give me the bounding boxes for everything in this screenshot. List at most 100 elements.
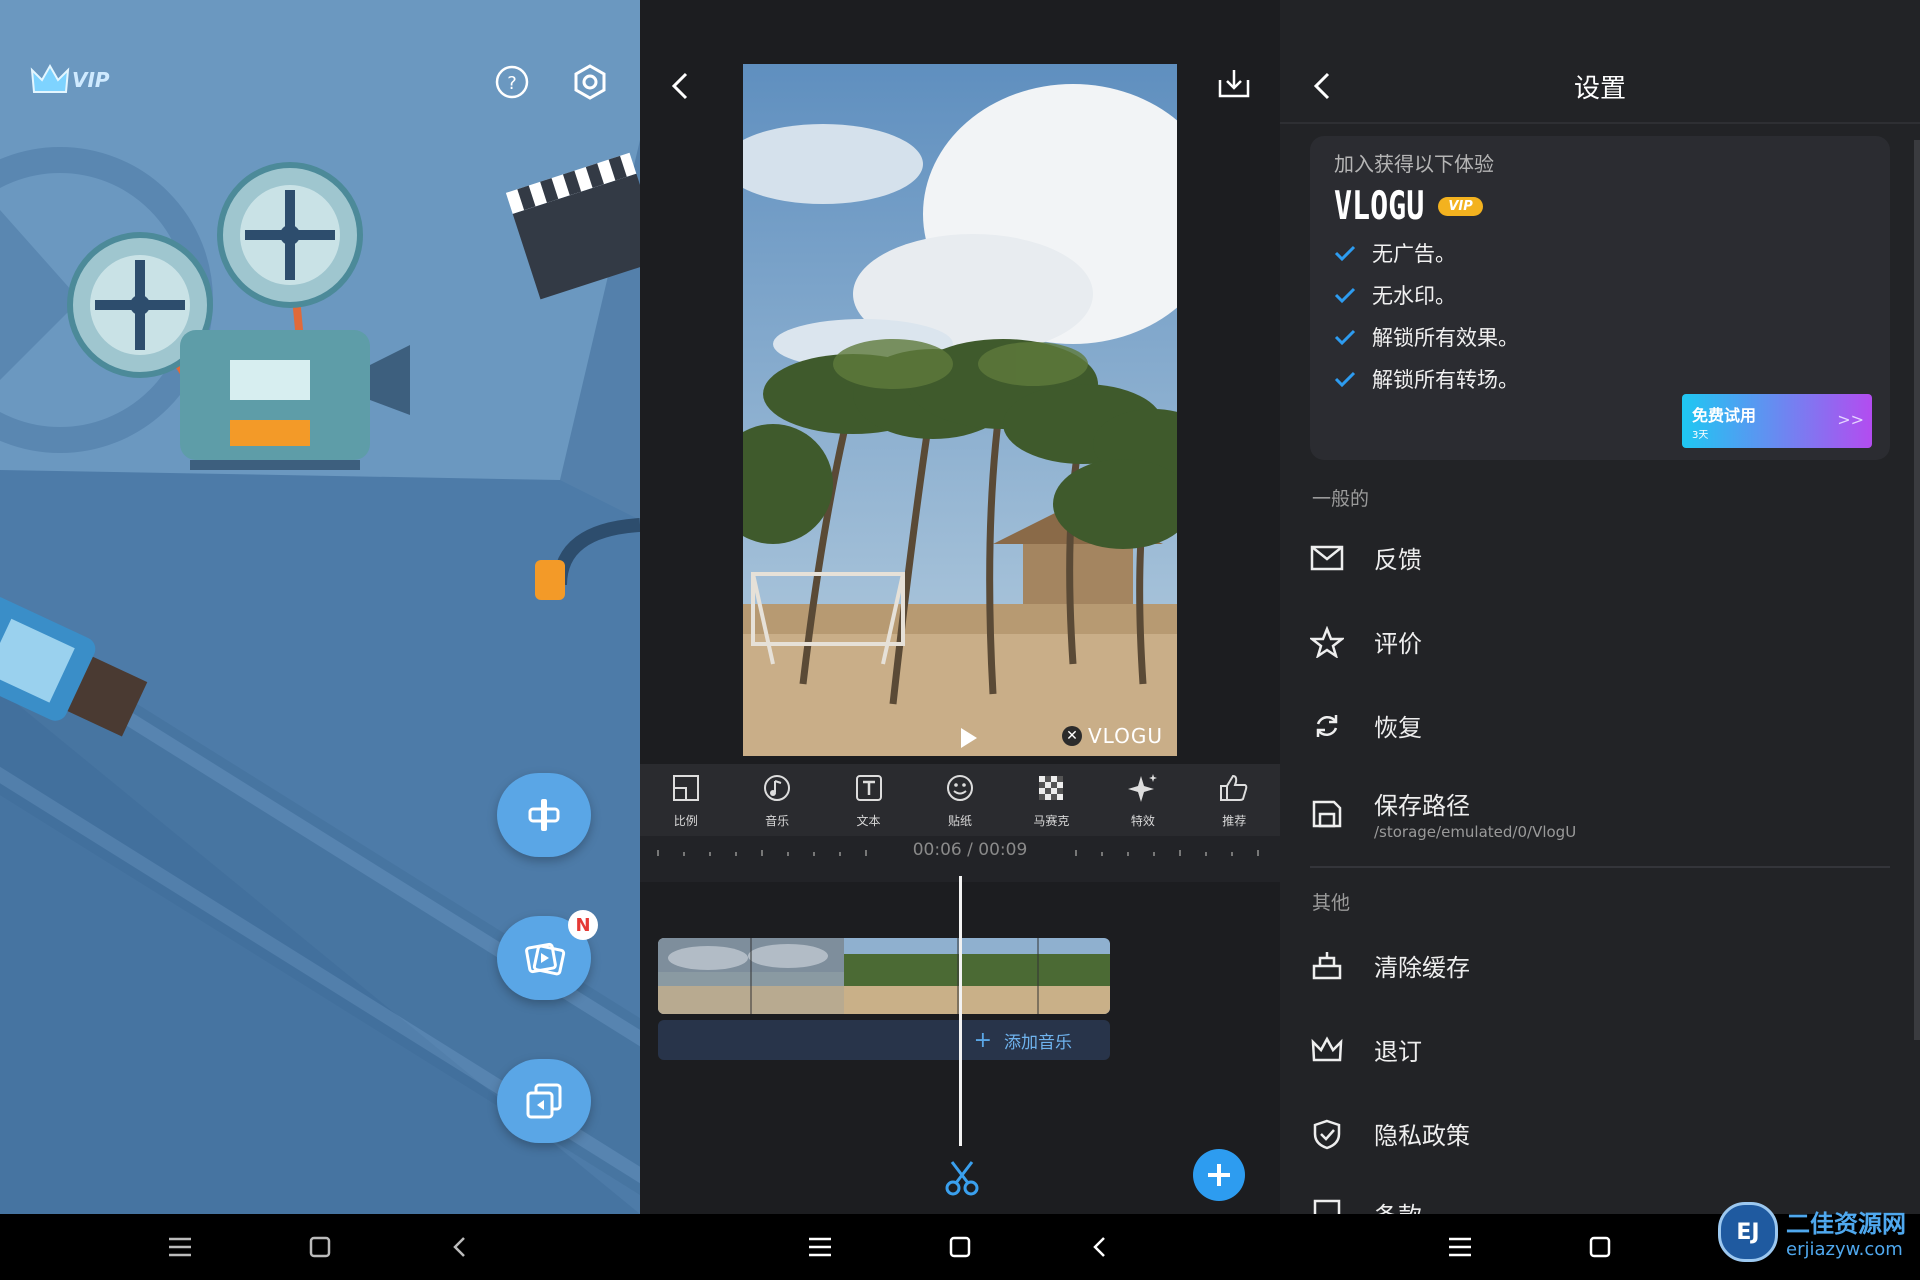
add-music-track[interactable]: + 添加音乐 <box>658 1020 1110 1060</box>
sticker-icon <box>946 774 973 801</box>
system-nav-bar-1 <box>0 1214 640 1280</box>
plus-icon <box>1208 1164 1230 1186</box>
remove-watermark-icon[interactable]: ✕ <box>1062 726 1082 746</box>
tool-label: 贴纸 <box>947 813 972 828</box>
section-divider <box>1310 866 1890 868</box>
benefit-text: 无广告。 <box>1372 242 1456 266</box>
scrollbar[interactable] <box>1914 140 1920 1040</box>
restore-label: 恢复 <box>1374 714 1422 742</box>
menu-button[interactable] <box>800 1227 840 1267</box>
page-title: 设置 <box>1573 74 1626 104</box>
drafts-icon <box>526 1083 562 1119</box>
back-button[interactable] <box>1080 1227 1120 1267</box>
feedback-row[interactable]: 反馈 <box>1310 540 1890 575</box>
shield-icon <box>1313 1119 1341 1149</box>
unsubscribe-label: 退订 <box>1374 1038 1422 1066</box>
vip-promo-card: 加入获得以下体验 VLOGU VIP 无广告。 无水印。 解锁所有效果。 解锁所… <box>1310 136 1890 460</box>
site-url: erjiazyw.com <box>1786 1239 1903 1260</box>
promo-heading: 加入获得以下体验 <box>1334 152 1494 176</box>
tool-effects[interactable]: 特效 <box>1097 772 1188 829</box>
settings-button[interactable] <box>568 60 612 104</box>
add-clip-button[interactable] <box>1193 1149 1245 1201</box>
home-button[interactable] <box>940 1227 980 1267</box>
home-button[interactable] <box>300 1227 340 1267</box>
help-button[interactable]: ? <box>490 60 534 104</box>
benefit-item: 无水印。 <box>1334 280 1866 310</box>
back-button[interactable] <box>440 1227 480 1267</box>
tool-label: 音乐 <box>765 813 790 828</box>
refresh-icon <box>1316 714 1338 737</box>
home-button[interactable] <box>1580 1227 1620 1267</box>
download-icon <box>1218 70 1250 98</box>
tool-sticker[interactable]: 贴纸 <box>914 772 1005 829</box>
gear-icon <box>574 64 606 100</box>
video-track[interactable] <box>658 938 1110 1014</box>
tool-text[interactable]: 文本 <box>823 772 914 829</box>
timecode: 00:06 / 00:09 <box>900 840 1040 860</box>
crown-icon <box>30 63 70 93</box>
add-music-label: 添加音乐 <box>1004 1032 1072 1053</box>
clear-cache-row[interactable]: 清除缓存 <box>1310 948 1890 983</box>
square-icon <box>1589 1236 1611 1258</box>
privacy-label: 隐私政策 <box>1374 1122 1470 1150</box>
playhead[interactable] <box>959 876 962 1146</box>
tool-label: 比例 <box>673 813 698 828</box>
save-path-texts: 保存路径 /storage/emulated/0/VlogU <box>1374 786 1576 841</box>
rate-row[interactable]: 评价 <box>1310 624 1890 659</box>
menu-button[interactable] <box>1440 1227 1480 1267</box>
mosaic-icon <box>1039 775 1064 800</box>
tool-recommend[interactable]: 推荐 <box>1189 772 1280 829</box>
scissors-icon <box>945 1161 979 1196</box>
tool-label: 推荐 <box>1222 813 1247 828</box>
save-path-value: /storage/emulated/0/VlogU <box>1374 823 1577 841</box>
check-icon <box>1334 371 1356 388</box>
watermark[interactable]: ✕ VLOGU <box>1062 724 1163 748</box>
tool-ratio[interactable]: 比例 <box>640 772 731 829</box>
privacy-row[interactable]: 隐私政策 <box>1310 1116 1890 1151</box>
broom-icon <box>1312 951 1342 979</box>
watermark-text: VLOGU <box>1088 724 1163 748</box>
question-icon: ? <box>495 65 529 99</box>
ratio-icon <box>672 774 699 801</box>
svg-text:?: ? <box>507 73 517 94</box>
tool-mosaic[interactable]: 马赛克 <box>1006 772 1097 829</box>
feedback-label: 反馈 <box>1374 546 1422 574</box>
new-badge: N <box>568 910 598 940</box>
site-name: 二佳资源网 <box>1786 1210 1906 1238</box>
section-other: 其他 <box>1312 892 1351 914</box>
square-icon <box>309 1236 331 1258</box>
save-icon <box>1312 800 1342 827</box>
split-button[interactable] <box>940 1156 984 1200</box>
terms-label: 条款 <box>1374 1196 1422 1214</box>
check-icon <box>1334 287 1356 304</box>
vip-label: VIP <box>72 68 110 92</box>
video-preview[interactable]: ✕ VLOGU <box>743 64 1177 756</box>
tool-label: 文本 <box>856 813 881 828</box>
system-nav-bar-2 <box>640 1214 1280 1280</box>
vip-badge[interactable]: VIP <box>30 62 110 98</box>
tool-music[interactable]: 音乐 <box>731 772 822 829</box>
restore-row[interactable]: 恢复 <box>1310 708 1890 743</box>
check-icon <box>1334 245 1356 262</box>
unsubscribe-row[interactable]: 退订 <box>1310 1032 1890 1067</box>
trial-arrow: >> <box>1837 410 1864 429</box>
menu-button[interactable] <box>160 1227 200 1267</box>
new-project-button[interactable] <box>497 773 591 857</box>
benefit-text: 解锁所有效果。 <box>1372 326 1519 350</box>
tool-label: 特效 <box>1130 813 1155 828</box>
drafts-button[interactable] <box>497 1059 591 1143</box>
sparkle-icon <box>1127 773 1157 802</box>
trial-sub: 3天 <box>1692 430 1709 441</box>
back-icon <box>453 1237 465 1257</box>
save-path-row[interactable]: 保存路径 /storage/emulated/0/VlogU <box>1310 786 1890 841</box>
time-separator: / <box>967 840 973 860</box>
thumbs-up-icon <box>1220 774 1248 801</box>
benefit-item: 解锁所有效果。 <box>1334 322 1866 352</box>
editor-screen: ✕ VLOGU 比例 音乐 文本 贴纸 马赛克 特效 推荐 00:06 / 00… <box>640 0 1280 1214</box>
text-icon <box>855 774 882 801</box>
benefit-text: 无水印。 <box>1372 284 1456 308</box>
free-trial-button[interactable]: 免费试用 3天 >> <box>1682 394 1872 448</box>
editor-back-button[interactable] <box>660 64 700 108</box>
music-icon <box>764 774 791 801</box>
export-button[interactable] <box>1212 62 1256 106</box>
